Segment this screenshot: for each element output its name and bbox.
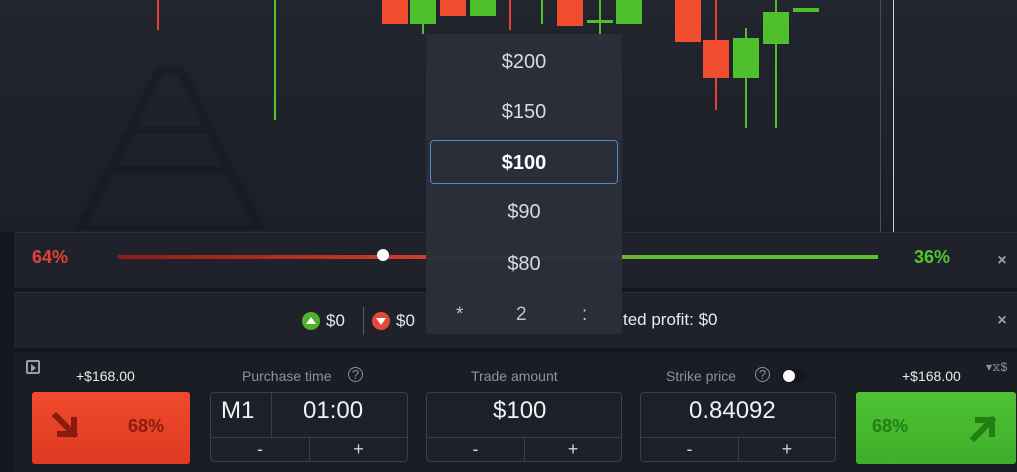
divider	[271, 393, 272, 439]
time-mode[interactable]: M1	[221, 397, 254, 425]
candle	[703, 0, 729, 110]
candle	[616, 0, 642, 26]
strike-minus-button[interactable]: -	[641, 438, 738, 462]
divider	[363, 307, 364, 335]
candle	[508, 0, 512, 30]
candle	[675, 0, 701, 44]
arrow-down-right-icon	[51, 411, 79, 439]
amount-option[interactable]: $90	[430, 190, 618, 234]
colon-symbol: :	[582, 304, 588, 325]
help-icon[interactable]: ?	[755, 367, 770, 382]
candle	[793, 0, 819, 18]
settings-filter-icon[interactable]: ▾⧖$	[986, 360, 1007, 375]
strike-stepper: - +	[641, 437, 835, 462]
amount-plus-button[interactable]: +	[524, 438, 621, 462]
buy-profit: +$168.00	[902, 368, 961, 384]
amount-option-selected[interactable]: $100	[430, 140, 618, 184]
strike-price-toggle[interactable]	[782, 369, 806, 383]
sell-down-button[interactable]: 68%	[32, 392, 190, 464]
trade-amount-label: Trade amount	[471, 368, 558, 384]
trade-panel: +$168.00 Purchase time ? Trade amount St…	[14, 352, 1017, 472]
amount-option[interactable]: $200	[430, 40, 618, 84]
candle	[763, 0, 789, 128]
candle	[410, 0, 436, 34]
down-trades-amount: $0	[396, 311, 415, 330]
sell-profit: +$168.00	[76, 368, 135, 384]
amount-stepper: - +	[427, 437, 621, 462]
close-status-button[interactable]: ×	[990, 309, 1014, 333]
down-trades-total: $0	[372, 311, 415, 331]
arrow-down-icon	[372, 312, 390, 330]
trade-amount-field[interactable]: $100 - +	[426, 392, 622, 462]
candle	[557, 0, 583, 28]
amount-option[interactable]: $150	[430, 90, 618, 134]
trade-amount-dropdown[interactable]: $200 $150 $100 $90 $80 * 2 :	[426, 34, 622, 334]
time-plus-button[interactable]: +	[309, 438, 407, 462]
strike-plus-button[interactable]: +	[738, 438, 835, 462]
help-icon[interactable]: ?	[348, 367, 363, 382]
arrow-up-icon	[302, 312, 320, 330]
multiplier-value[interactable]: 2	[516, 304, 527, 326]
candle	[382, 0, 408, 26]
purchase-time-label: Purchase time	[242, 368, 332, 384]
time-stepper: - +	[211, 437, 407, 462]
sell-sentiment-percent: 64%	[32, 247, 69, 267]
sell-payout-percent: 68%	[128, 416, 165, 436]
strike-price-field[interactable]: 0.84092 - +	[640, 392, 836, 462]
candle	[470, 0, 496, 18]
multiplier-row: * 2 :	[426, 302, 622, 334]
strike-price-value[interactable]: 0.84092	[689, 397, 776, 425]
candle	[273, 0, 277, 120]
multiply-symbol: *	[456, 304, 464, 325]
up-trades-total: $0	[302, 311, 345, 331]
expected-profit-text: ted profit: $0	[623, 310, 718, 329]
close-sentiment-button[interactable]: ×	[990, 249, 1014, 273]
gridline	[880, 0, 881, 232]
play-icon[interactable]	[26, 360, 40, 374]
candle	[733, 0, 759, 130]
strike-price-label: Strike price	[666, 368, 737, 384]
time-value[interactable]: 01:00	[303, 397, 363, 425]
up-trades-amount: $0	[326, 311, 345, 330]
trade-amount-input[interactable]: $100	[493, 397, 546, 425]
amount-minus-button[interactable]: -	[427, 438, 524, 462]
sentiment-knob	[377, 249, 389, 261]
buy-up-button[interactable]: 68%	[856, 392, 1016, 464]
candle	[440, 0, 466, 18]
arrow-up-right-icon	[969, 415, 997, 443]
current-time-line	[893, 0, 894, 232]
candle	[540, 0, 544, 24]
buy-payout-percent: 68%	[872, 416, 909, 436]
oil-rig-watermark	[74, 65, 266, 230]
buy-sentiment-percent: 36%	[914, 247, 951, 267]
amount-option[interactable]: $80	[430, 242, 618, 286]
candle	[156, 0, 160, 30]
purchase-time-field[interactable]: M1 01:00 - +	[210, 392, 408, 462]
time-minus-button[interactable]: -	[211, 438, 309, 462]
